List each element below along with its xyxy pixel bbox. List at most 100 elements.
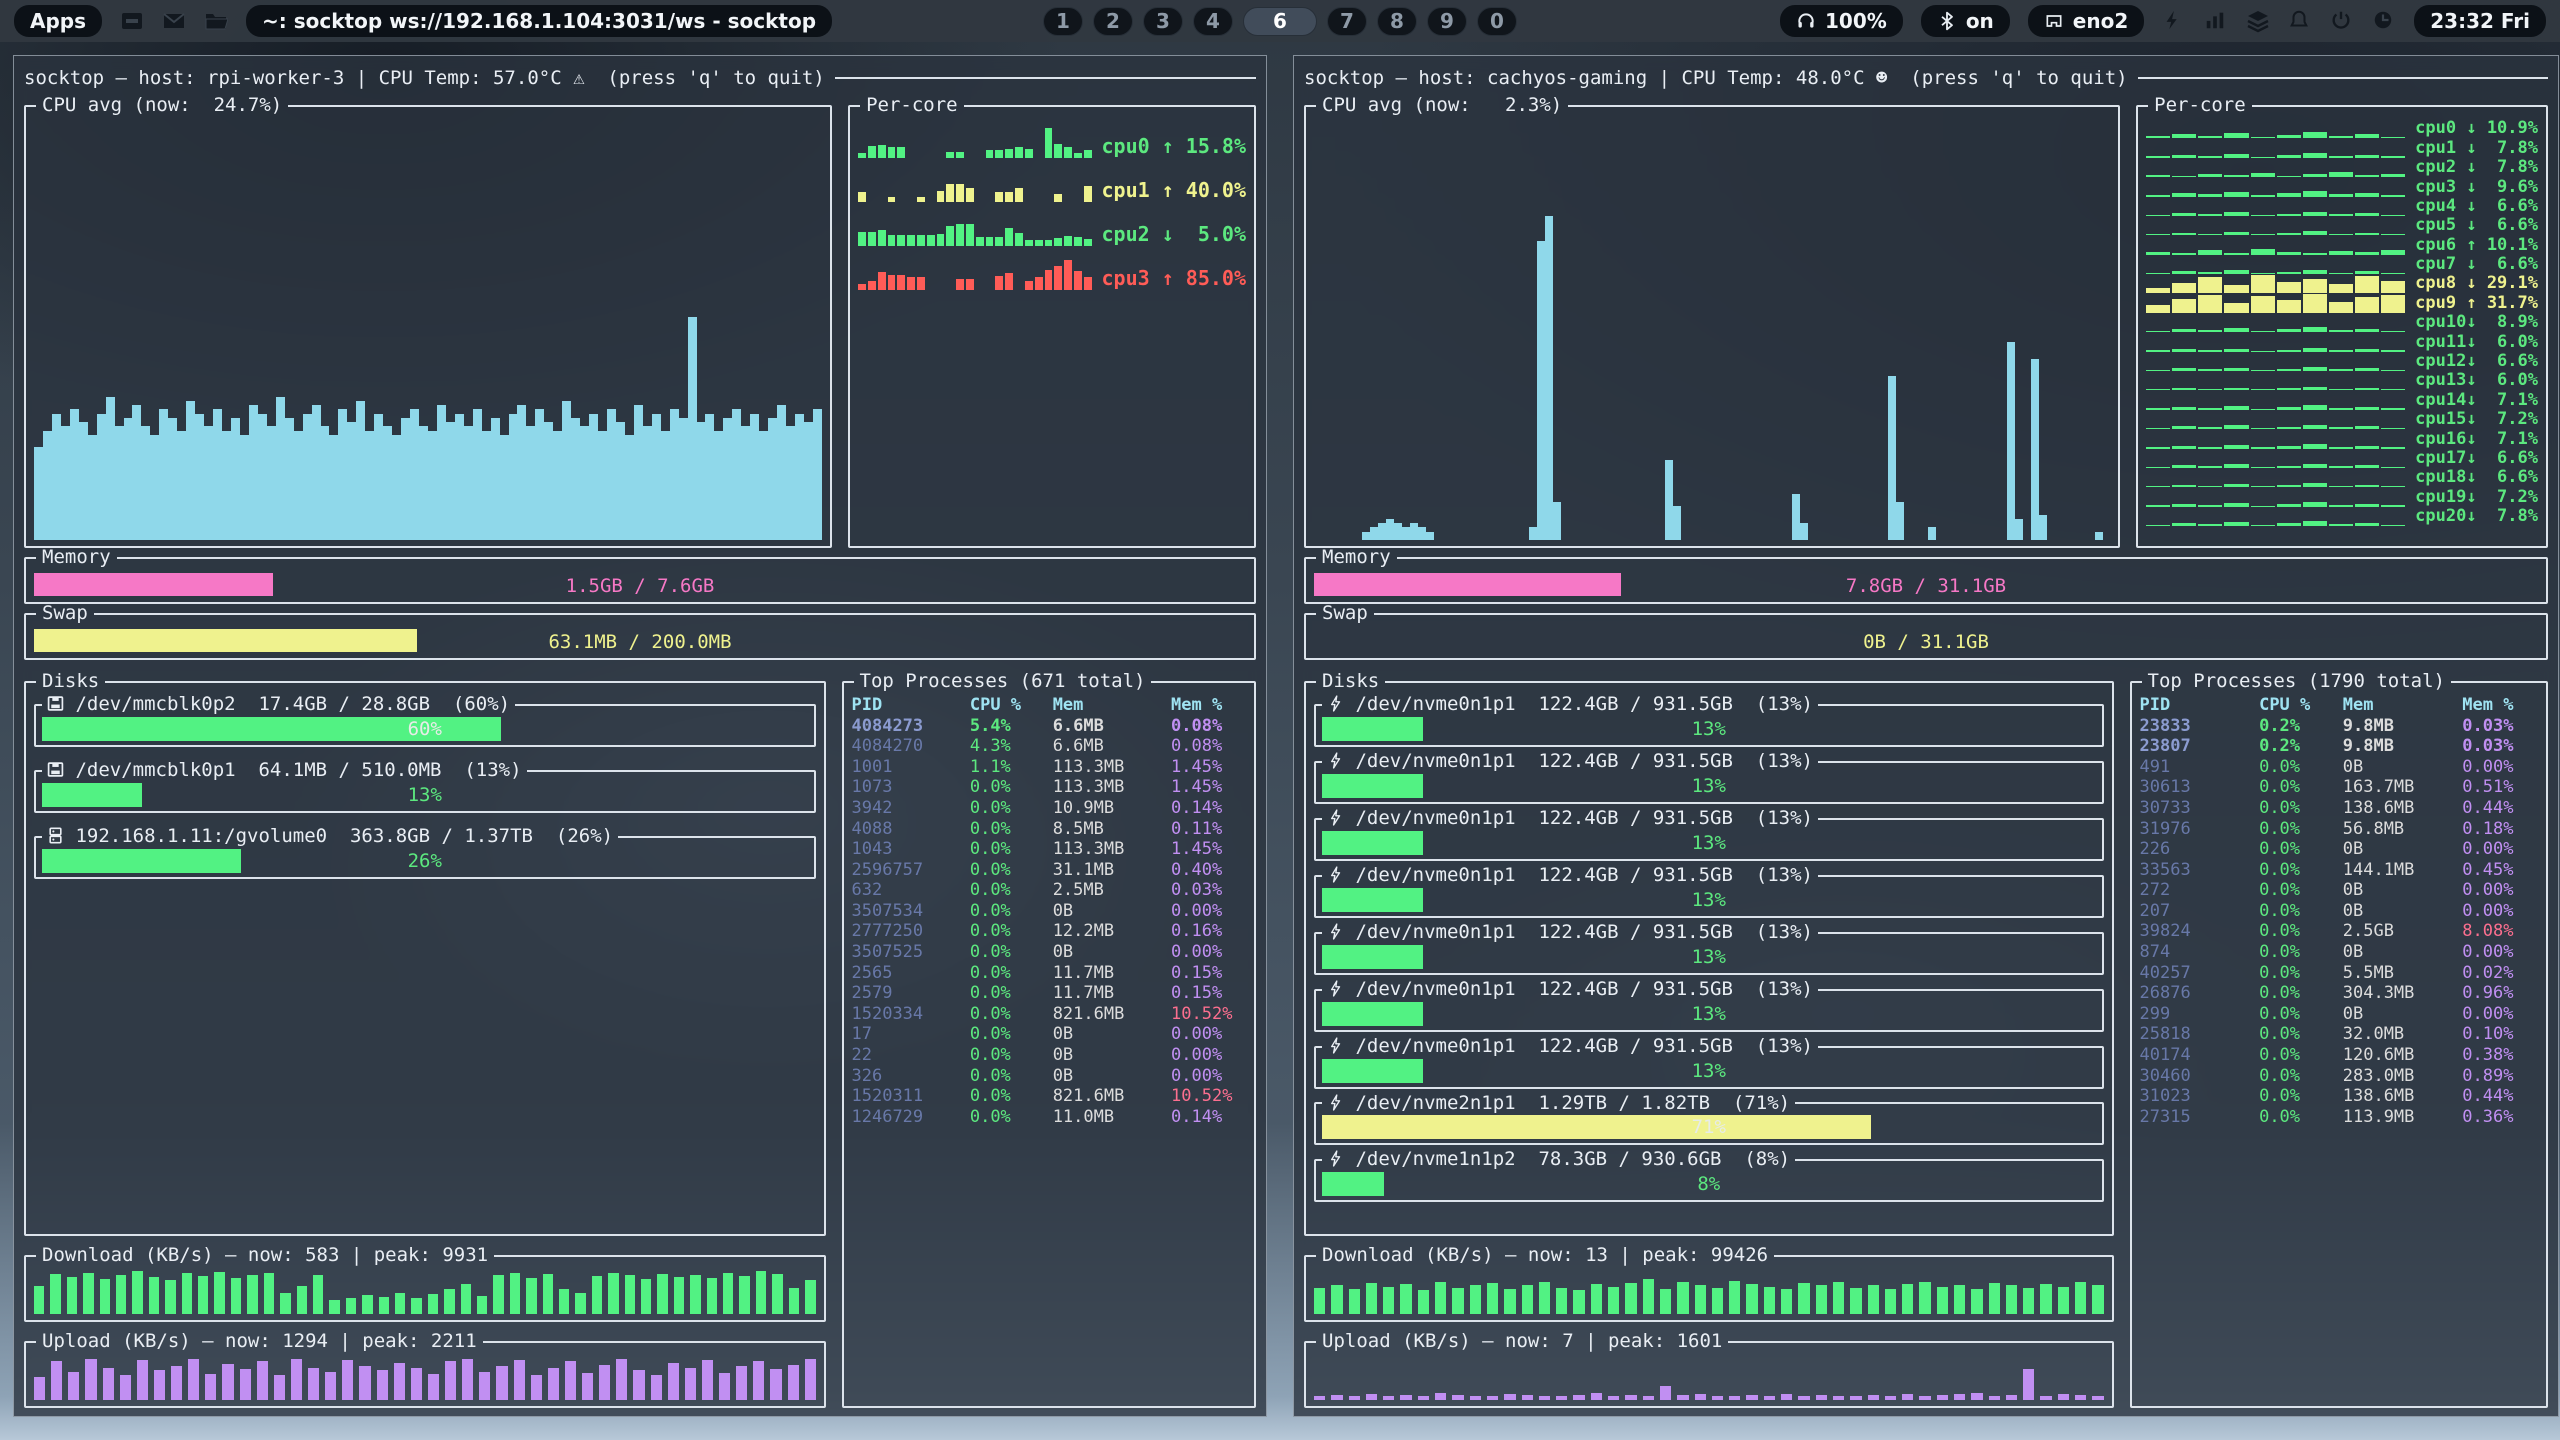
- folder-icon[interactable]: [204, 9, 228, 33]
- bolt-icon: [1327, 866, 1344, 886]
- core-sparkline: [2146, 371, 2405, 390]
- process-cell: 39824: [2140, 921, 2260, 942]
- core-sparkline: [858, 214, 1091, 246]
- power-profile-icon[interactable]: [2162, 9, 2186, 33]
- sparkline-bar: [1035, 277, 1043, 290]
- process-column-header: CPU %: [970, 695, 1053, 716]
- cpu-history-bar: [79, 422, 88, 540]
- workspace-button[interactable]: 8: [1377, 7, 1417, 36]
- upload-bar: [616, 1359, 627, 1400]
- download-bar: [1400, 1284, 1411, 1314]
- swap-bar: 0B / 31.1GB: [1314, 629, 2538, 652]
- sparkline-bar: [966, 279, 974, 290]
- workspace-button[interactable]: 0: [1477, 7, 1517, 36]
- disk-entry-text: /dev/nvme0n1p1 122.4GB / 931.5GB (13%): [1344, 980, 1813, 1000]
- bolt-icon: [1327, 923, 1344, 943]
- workspace-button[interactable]: 6: [1243, 7, 1317, 36]
- process-cell: 0.0%: [2259, 1004, 2343, 1025]
- process-cell: 0.00%: [2462, 942, 2538, 963]
- cpu-history-bar: [670, 409, 679, 540]
- workspace-button[interactable]: 2: [1093, 7, 1133, 36]
- sparkline-bar: [2251, 275, 2275, 293]
- process-cell: 0.00%: [1171, 1045, 1246, 1066]
- download-bar: [477, 1296, 487, 1314]
- disk-entry-label: /dev/nvme0n1p1 122.4GB / 931.5GB (13%): [1322, 980, 1818, 1000]
- disk-entry-text: /dev/nvme1n1p2 78.3GB / 930.6GB (8%): [1344, 1150, 1790, 1170]
- download-bar: [1608, 1287, 1619, 1314]
- download-bar: [1660, 1289, 1671, 1314]
- sparkline-bar: [868, 281, 876, 290]
- process-cell: 0.00%: [2462, 757, 2538, 778]
- download-bar: [789, 1288, 799, 1314]
- sparkline-bar: [2303, 521, 2327, 526]
- download-bar: [1383, 1287, 1394, 1314]
- upload-bar: [788, 1365, 799, 1400]
- upload-bar: [1902, 1394, 1913, 1400]
- upload-bar: [1781, 1394, 1792, 1400]
- upload-bar: [651, 1375, 662, 1400]
- focused-window-title[interactable]: ~: socktop ws://192.168.1.104:3031/ws - …: [246, 5, 832, 37]
- download-bar: [362, 1295, 372, 1314]
- cpu-history-bar: [1410, 523, 1418, 540]
- sparkline-bar: [946, 226, 954, 246]
- power-icon[interactable]: [2330, 9, 2354, 33]
- download-bar: [1522, 1285, 1533, 1314]
- upload-bar: [1591, 1393, 1602, 1400]
- disk-entry: /dev/mmcblk0p1 64.1MB / 510.0MB (13%)13%: [34, 761, 816, 813]
- process-cell: 10.9MB: [1053, 798, 1171, 819]
- cpu-history-bar: [804, 422, 813, 540]
- volume-pill[interactable]: 100%: [1780, 5, 1903, 37]
- upload-bar: [120, 1375, 131, 1400]
- process-cell: 0.00%: [1171, 1066, 1246, 1087]
- window-icon[interactable]: [120, 9, 144, 33]
- disk-usage-icon[interactable]: [2372, 9, 2396, 33]
- process-cell: 0.14%: [1171, 798, 1246, 819]
- upload-bar: [736, 1366, 747, 1400]
- network-pill[interactable]: eno2: [2028, 5, 2144, 37]
- bluetooth-pill[interactable]: on: [1921, 5, 2010, 37]
- cpu-history-bar: [240, 435, 249, 540]
- sparkline-bar: [1015, 188, 1023, 202]
- upload-bar: [411, 1368, 422, 1400]
- process-cell: 0.03%: [1171, 880, 1246, 901]
- processes-box-label: Top Processes (671 total): [854, 672, 1152, 692]
- upload-bar: [137, 1360, 148, 1400]
- workspace-button[interactable]: 1: [1043, 7, 1083, 36]
- upload-bar: [1487, 1396, 1498, 1401]
- core-label: cpu7 ↓ 6.6%: [2415, 254, 2538, 274]
- upload-bar: [805, 1359, 816, 1400]
- process-cell: 0.0%: [970, 860, 1053, 881]
- process-cell: 113.9MB: [2343, 1107, 2463, 1128]
- terminal-window-cachyos-gaming[interactable]: socktop — host: cachyos-gaming | CPU Tem…: [1293, 55, 2559, 1417]
- download-bar: [739, 1276, 749, 1314]
- usage-bars-icon[interactable]: [2204, 9, 2228, 33]
- upload-bar: [1868, 1395, 1879, 1400]
- clock-pill[interactable]: 23:32 Fri: [2414, 5, 2546, 37]
- download-bar: [493, 1275, 503, 1314]
- process-cell: 0B: [2343, 901, 2463, 922]
- core-row: cpu11↓ 6.0%: [2146, 332, 2538, 351]
- mail-icon[interactable]: [162, 9, 186, 33]
- download-bar: [67, 1277, 77, 1314]
- swap-bar-text: 63.1MB / 200.0MB: [34, 629, 1246, 652]
- download-bar: [1798, 1283, 1809, 1314]
- core-row: cpu2 ↓ 7.8%: [2146, 158, 2538, 177]
- layers-icon[interactable]: [2246, 9, 2270, 33]
- notifications-bell-icon[interactable]: [2288, 9, 2312, 33]
- upload-box: Upload (KB/s) — now: 1294 | peak: 2211: [24, 1332, 826, 1408]
- process-cell: 8.5MB: [1053, 819, 1171, 840]
- sparkline-bar: [1025, 149, 1033, 158]
- workspace-button[interactable]: 7: [1327, 7, 1367, 36]
- workspace-button[interactable]: 3: [1143, 7, 1183, 36]
- process-cell: 0B: [1053, 901, 1171, 922]
- disk-entry-label: 192.168.1.11:/gvolume0 363.8GB / 1.37TB …: [42, 827, 618, 847]
- terminal-window-rpi-worker-3[interactable]: socktop — host: rpi-worker-3 | CPU Temp:…: [13, 55, 1267, 1417]
- apps-button[interactable]: Apps: [14, 5, 102, 37]
- upload-bar: [1798, 1396, 1809, 1400]
- workspace-button[interactable]: 9: [1427, 7, 1467, 36]
- sparkline-bar: [917, 277, 925, 290]
- upload-bar: [222, 1364, 233, 1400]
- disk-usage-bar-text: 13%: [42, 783, 808, 807]
- download-bar: [1746, 1284, 1757, 1314]
- workspace-button[interactable]: 4: [1193, 7, 1233, 36]
